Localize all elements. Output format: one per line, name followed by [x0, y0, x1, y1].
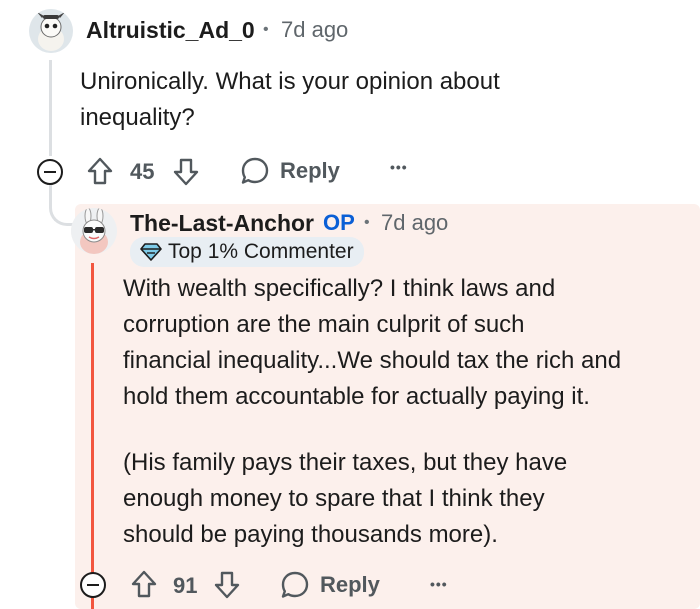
comment-body-line: financial inequality...We should tax the…: [123, 347, 622, 374]
comment-username[interactable]: The-Last-Anchor: [130, 210, 314, 237]
downvote-button[interactable]: [213, 570, 241, 605]
collapse-icon: [44, 171, 56, 173]
vote-score: 45: [130, 159, 155, 184]
collapse-button[interactable]: [37, 159, 63, 185]
comment-body: With wealth specifically? I think laws a…: [123, 271, 693, 553]
badge-label: Top 1% Commenter: [168, 240, 354, 263]
more-options-button[interactable]: •••: [390, 159, 408, 175]
downvote-icon: [173, 158, 199, 186]
reply-button[interactable]: Reply: [280, 570, 380, 600]
snoo-avatar-icon: [71, 208, 117, 254]
avatar[interactable]: [71, 208, 117, 254]
reply-bubble-icon: [241, 157, 269, 184]
comment-body-line: (His family pays their taxes, but they h…: [123, 449, 568, 476]
separator-dot: •: [364, 214, 370, 231]
thread-elbow: [49, 182, 73, 226]
comment-username[interactable]: Altruistic_Ad_0: [86, 17, 255, 44]
comment-body-line: Unironically. What is your opinion about: [80, 68, 500, 95]
snoo-avatar-icon: [29, 9, 73, 53]
vote-score: 91: [173, 573, 198, 598]
op-label: OP: [323, 210, 355, 235]
comment-timestamp: 7d ago: [281, 17, 349, 42]
comment-body-line: corruption are the main culprit of such: [123, 311, 525, 338]
diamond-badge-icon: [140, 243, 162, 261]
upvote-button[interactable]: [86, 156, 114, 191]
upvote-icon: [87, 157, 113, 185]
comment-body-line: enough money to spare that I think they: [123, 485, 545, 512]
downvote-icon: [214, 571, 240, 599]
comment-body-line: hold them accountable for actually payin…: [123, 383, 590, 410]
thread-line-main: [49, 60, 52, 156]
reply-button[interactable]: Reply: [240, 156, 340, 186]
comment-body-line: should be paying thousands more).: [123, 521, 498, 548]
collapse-icon: [87, 584, 99, 586]
comment-body: Unironically. What is your opinion about…: [80, 64, 680, 136]
reply-bubble-icon: [281, 571, 309, 598]
upvote-icon: [131, 570, 157, 598]
downvote-button[interactable]: [172, 157, 200, 192]
collapse-button[interactable]: [80, 572, 106, 598]
comment-body-line: With wealth specifically? I think laws a…: [123, 275, 556, 302]
comment-timestamp: 7d ago: [381, 210, 449, 235]
avatar[interactable]: [29, 9, 73, 53]
commenter-badge[interactable]: Top 1% Commenter: [130, 237, 364, 267]
more-options-button[interactable]: •••: [430, 576, 448, 592]
comment-body-line: inequality?: [80, 104, 195, 131]
reply-label: Reply: [280, 158, 340, 183]
upvote-button[interactable]: [130, 569, 158, 604]
separator-dot: •: [263, 21, 269, 38]
reply-label: Reply: [320, 572, 380, 597]
op-highlight-bar: [91, 263, 94, 609]
